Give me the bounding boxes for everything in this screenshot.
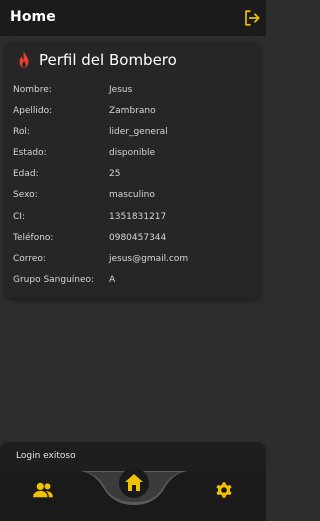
field-row-correo: Correo: jesus@gmail.com	[13, 251, 257, 272]
profile-card: Perfil del Bombero Nombre: Jesus Apellid…	[6, 42, 260, 298]
field-value: masculino	[109, 190, 155, 201]
profile-header: Perfil del Bombero	[16, 49, 177, 71]
field-label: Apellido:	[13, 106, 53, 117]
bottom-nav	[0, 468, 266, 521]
field-value: Zambrano	[109, 106, 156, 117]
app-bar: Home	[0, 0, 266, 36]
profile-fields: Nombre: Jesus Apellido: Zambrano Rol: li…	[13, 82, 257, 293]
logout-icon	[245, 10, 260, 26]
logout-button[interactable]	[243, 9, 261, 27]
field-label: CI:	[13, 211, 25, 222]
field-label: Edad:	[13, 169, 39, 180]
home-icon	[119, 468, 149, 498]
field-label: Nombre:	[13, 85, 52, 95]
field-value: A	[109, 274, 116, 285]
nav-home-button[interactable]	[119, 468, 149, 498]
field-value: 25	[109, 169, 121, 180]
page-title: Home	[10, 9, 56, 25]
field-label: Sexo:	[13, 190, 38, 201]
field-label: Rol:	[13, 127, 30, 138]
nav-users-button[interactable]	[32, 481, 54, 499]
nav-settings-button[interactable]	[214, 480, 234, 500]
field-label: Correo:	[13, 253, 46, 264]
field-value: Jesus	[109, 85, 133, 95]
field-value: jesus@gmail.com	[109, 253, 189, 264]
field-row-edad: Edad: 25	[13, 166, 257, 187]
field-row-nombre: Nombre: Jesus	[13, 82, 257, 103]
field-label: Estado:	[13, 148, 47, 159]
field-row-grupo-sanguineo: Grupo Sanguíneo: A	[13, 272, 257, 293]
field-value: 0980457344	[109, 232, 167, 243]
field-label: Grupo Sanguíneo:	[13, 274, 95, 285]
gear-icon	[216, 482, 232, 498]
profile-title: Perfil del Bombero	[39, 51, 177, 69]
field-value: lider_general	[109, 127, 168, 138]
users-icon	[33, 482, 53, 498]
field-row-apellido: Apellido: Zambrano	[13, 103, 257, 124]
field-value: disponible	[109, 148, 156, 159]
field-label: Teléfono:	[13, 232, 54, 243]
field-row-sexo: Sexo: masculino	[13, 187, 257, 208]
field-row-estado: Estado: disponible	[13, 145, 257, 166]
fire-icon	[19, 51, 29, 68]
field-row-rol: Rol: lider_general	[13, 124, 257, 145]
snackbar-message: Login exitoso	[16, 451, 76, 461]
field-row-ci: CI: 1351831217	[13, 209, 257, 230]
field-row-telefono: Teléfono: 0980457344	[13, 230, 257, 251]
field-value: 1351831217	[109, 211, 167, 222]
